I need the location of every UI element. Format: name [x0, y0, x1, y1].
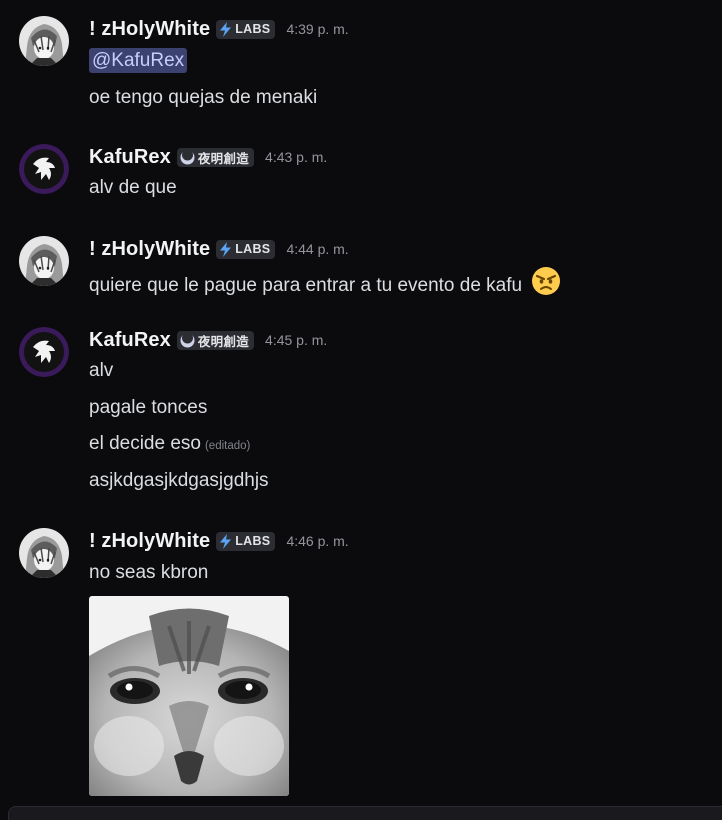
- crescent-moon-icon: [180, 149, 195, 165]
- server-tag-label: 夜明創造: [197, 151, 250, 166]
- message-content: @KafuRex: [89, 48, 188, 74]
- avatar-zholywhite[interactable]: [19, 236, 69, 286]
- avatar-zholywhite[interactable]: [19, 16, 69, 66]
- timestamp[interactable]: 4:45 p. m.: [265, 332, 327, 348]
- message-header: ! zHolyWhite LABS 4:46 p. m.: [89, 530, 349, 552]
- message-header: KafuRex 夜明創造 4:45 p. m.: [89, 329, 327, 351]
- message-content: alv de que: [89, 177, 177, 198]
- avatar-kafurex[interactable]: [19, 327, 69, 377]
- message-content: no seas kbron: [89, 562, 209, 583]
- server-tag[interactable]: 夜明創造: [176, 147, 255, 167]
- message-content: asjkdgasjkdgasjgdhjs: [89, 470, 269, 491]
- message-content: el decide eso (editado): [89, 431, 250, 457]
- message-header: ! zHolyWhite LABS 4:39 p. m.: [89, 18, 349, 40]
- server-tag[interactable]: LABS: [216, 239, 276, 259]
- lightning-bolt-icon: [219, 241, 232, 257]
- server-tag[interactable]: LABS: [216, 19, 276, 39]
- edited-label: (editado): [204, 440, 251, 452]
- server-tag-label: LABS: [235, 242, 271, 256]
- avatar-kafurex[interactable]: [19, 144, 69, 194]
- timestamp[interactable]: 4:46 p. m.: [286, 533, 348, 549]
- server-tag-label: LABS: [235, 534, 271, 548]
- message-content: alv: [89, 360, 114, 381]
- message-content: quiere que le pague para entrar a tu eve…: [89, 267, 561, 297]
- user-mention[interactable]: @KafuRex: [89, 48, 188, 73]
- server-tag-label: LABS: [235, 22, 271, 36]
- username[interactable]: ! zHolyWhite: [89, 530, 210, 553]
- username[interactable]: ! zHolyWhite: [89, 18, 210, 41]
- timestamp[interactable]: 4:44 p. m.: [286, 241, 348, 257]
- message-header: KafuRex 夜明創造 4:43 p. m.: [89, 146, 327, 168]
- message-composer[interactable]: [8, 806, 722, 820]
- cat-face-image[interactable]: [89, 596, 289, 796]
- username[interactable]: KafuRex: [89, 146, 171, 169]
- server-tag[interactable]: LABS: [216, 531, 276, 551]
- crescent-moon-icon: [180, 332, 195, 348]
- message-header: ! zHolyWhite LABS 4:44 p. m.: [89, 238, 349, 260]
- message-text: el decide eso: [89, 433, 201, 454]
- lightning-bolt-icon: [219, 533, 232, 549]
- username[interactable]: KafuRex: [89, 329, 171, 352]
- message-content: oe tengo quejas de menaki: [89, 87, 318, 108]
- lightning-bolt-icon: [219, 21, 232, 37]
- timestamp[interactable]: 4:39 p. m.: [286, 21, 348, 37]
- chat-message-list: ! zHolyWhite LABS 4:39 p. m. @KafuRex oe…: [0, 0, 722, 820]
- angry-face-emoji[interactable]: [531, 266, 561, 304]
- server-tag-label: 夜明創造: [197, 334, 250, 349]
- timestamp[interactable]: 4:43 p. m.: [265, 149, 327, 165]
- message-text: quiere que le pague para entrar a tu eve…: [89, 275, 523, 297]
- message-content: pagale tonces: [89, 397, 208, 418]
- avatar-zholywhite[interactable]: [19, 528, 69, 578]
- username[interactable]: ! zHolyWhite: [89, 238, 210, 261]
- server-tag[interactable]: 夜明創造: [176, 330, 255, 350]
